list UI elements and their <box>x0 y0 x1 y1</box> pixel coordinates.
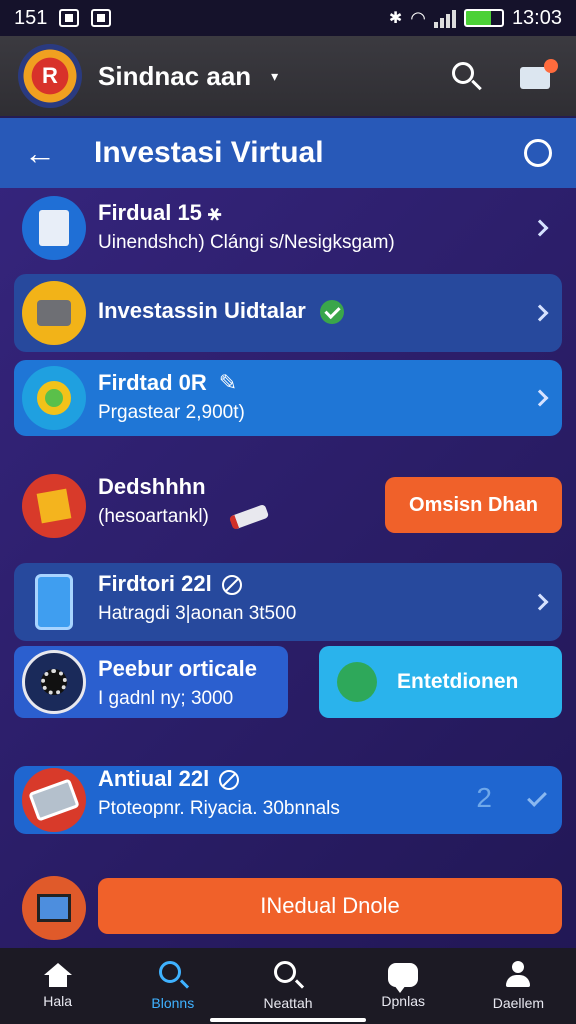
list-item[interactable]: Peebur orticale I gadnl ny; 3000 <box>14 646 288 718</box>
chevron-right-icon[interactable] <box>531 304 549 322</box>
item-subtitle: I gadnl ny; 3000 <box>98 688 234 709</box>
item-subtitle: Hatragdi 3|aonan 3t500 <box>98 603 297 624</box>
bluetooth-icon: ✱ <box>388 10 403 27</box>
app-logo[interactable]: R <box>18 44 82 108</box>
list-item[interactable]: Firdtori 22l Hatragdi 3|aonan 3t500 <box>14 563 562 641</box>
nav-label: Dpnlas <box>381 993 425 1009</box>
item-title: Antiual 22l <box>98 766 210 791</box>
item-title: Peebur orticale <box>98 656 257 681</box>
list-item[interactable]: Firdtad 0R ✎ Prgastear 2,900t) <box>14 360 562 436</box>
search-icon <box>274 961 305 989</box>
list-item[interactable]: Antiual 22l Ptoteopnr. Riyacia. 30bnnals… <box>14 766 562 834</box>
blocked-icon <box>221 575 242 596</box>
item-title: Dedshhhn <box>98 474 206 499</box>
item-title: Firdtori 22l <box>98 571 212 596</box>
nav-label: Daellem <box>492 995 545 1011</box>
nav-item-chat[interactable]: Dpnlas <box>346 948 461 1024</box>
chevron-down-icon[interactable]: ▾ <box>271 68 278 85</box>
status-bar: 151 ✱ ◠ 13:03 <box>0 0 576 36</box>
nav-item-profile[interactable]: Daellem <box>461 948 576 1024</box>
page-title: Investasi Virtual <box>94 136 324 169</box>
count-badge: 2 <box>476 782 492 813</box>
battery-icon <box>463 9 504 27</box>
edit-icon: ✎ <box>218 370 238 395</box>
page-header: ← Investasi Virtual <box>0 118 576 188</box>
list-item[interactable]: Firdual 15 ⚹ Uinendshch) Clángi s/Nesigk… <box>14 192 562 264</box>
item-title: Firdual 15 ⚹ <box>98 200 222 225</box>
cta-button[interactable]: INedual Dnole <box>98 878 562 934</box>
mail-notification-icon[interactable] <box>518 59 558 93</box>
status-left-text: 151 <box>14 6 48 29</box>
nav-item-search-active[interactable]: Blonns <box>115 948 230 1024</box>
nav-label: Neattah <box>263 995 313 1011</box>
logo-text: R <box>42 63 58 88</box>
gear-icon <box>22 366 86 430</box>
briefcase-icon <box>22 281 86 345</box>
back-arrow-icon[interactable]: ← <box>24 135 60 172</box>
item-subtitle: (hesoartankl) <box>98 506 209 527</box>
screenshot-icon <box>91 9 112 27</box>
blocked-icon <box>219 770 240 791</box>
action-button[interactable]: Omsisn Dhan <box>385 477 562 533</box>
home-indicator[interactable] <box>210 1018 366 1022</box>
person-icon <box>504 961 532 989</box>
chat-icon <box>388 963 419 993</box>
shop-icon <box>337 662 377 702</box>
circle-icon[interactable] <box>524 139 552 167</box>
phone-coin-icon <box>22 570 86 634</box>
box-icon <box>22 876 86 940</box>
right-tab-button[interactable]: Entetdionen <box>319 646 562 718</box>
document-icon <box>22 196 86 260</box>
tablet-icon <box>22 768 86 832</box>
item-subtitle: Prgastear 2,900t) <box>98 402 245 423</box>
nav-label: Blonns <box>151 995 195 1011</box>
bottom-navigation: Hala Blonns Neattah Dpnlas Daellem <box>0 948 576 1024</box>
chevron-right-icon[interactable] <box>531 389 549 407</box>
notification-icon <box>59 9 80 27</box>
item-subtitle: Ptoteopnr. Riyacia. 30bnnals <box>98 798 340 819</box>
nav-item-home[interactable]: Hala <box>0 948 115 1024</box>
verified-icon <box>319 300 344 325</box>
home-icon <box>43 963 73 987</box>
signal-icon <box>433 8 456 28</box>
app-title[interactable]: Sindnac aan <box>98 61 251 92</box>
chevron-right-icon[interactable] <box>531 219 549 237</box>
item-subtitle: Uinendshch) Clángi s/Nesigksgam) <box>98 232 395 253</box>
item-title: Investassin Uidtalar <box>98 298 306 323</box>
item-title: Firdtad 0R <box>98 370 207 395</box>
chevron-right-icon[interactable] <box>531 593 549 611</box>
record-icon <box>22 650 86 714</box>
app-bar: R Sindnac aan ▾ <box>0 36 576 116</box>
status-time: 13:03 <box>511 6 562 29</box>
package-icon <box>22 474 86 538</box>
nav-label: Hala <box>43 993 72 1009</box>
search-icon <box>158 961 189 989</box>
search-icon[interactable] <box>450 60 482 92</box>
list-item[interactable]: Investassin Uidtalar <box>14 274 562 352</box>
right-tab-label: Entetdionen <box>397 670 519 693</box>
checkmark-icon[interactable] <box>527 787 547 807</box>
nav-item-search[interactable]: Neattah <box>230 948 345 1024</box>
battery-tag-icon <box>228 503 270 531</box>
wifi-icon: ◠ <box>410 7 426 28</box>
